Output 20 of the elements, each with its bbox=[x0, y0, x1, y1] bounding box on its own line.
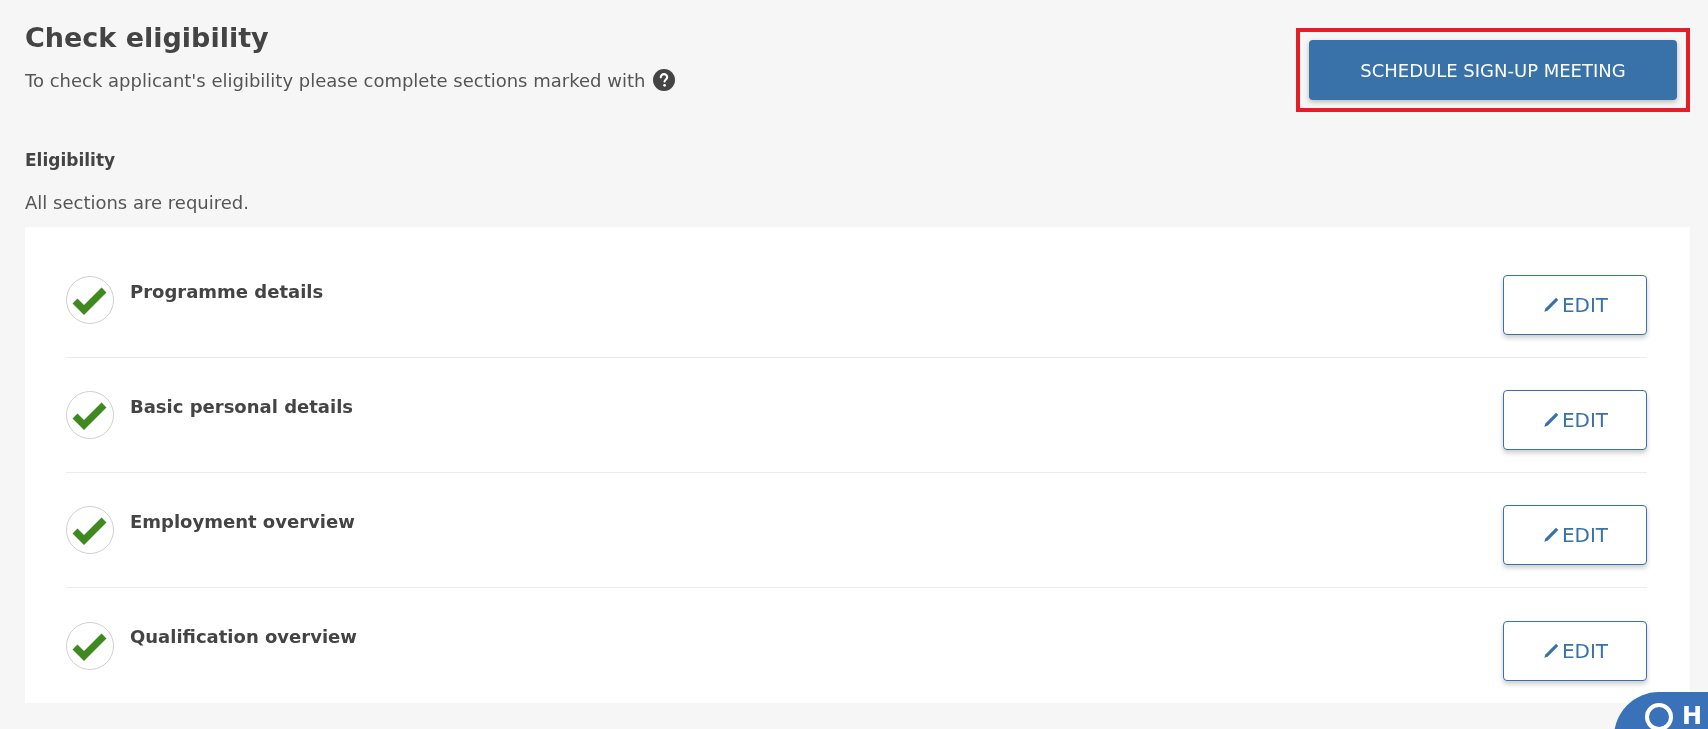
edit-button[interactable]: EDIT bbox=[1503, 505, 1647, 565]
section-label: Employment overview bbox=[130, 510, 356, 532]
instruction-text: To check applicant's eligibility please complete sections marked with bbox=[25, 69, 646, 91]
pencil-icon bbox=[1541, 296, 1560, 314]
schedule-meeting-button[interactable]: SCHEDULE SIGN-UP MEETING bbox=[1309, 40, 1677, 100]
pencil-icon bbox=[1541, 411, 1560, 429]
help-icon bbox=[653, 69, 676, 91]
page-title: Check eligibility bbox=[25, 22, 270, 53]
pencil-icon bbox=[1541, 526, 1560, 544]
section-label: Qualification overview bbox=[130, 626, 358, 647]
section-label: Programme details bbox=[130, 280, 325, 302]
edit-button[interactable]: EDIT bbox=[1503, 390, 1647, 450]
section-label: Basic personal details bbox=[130, 395, 355, 417]
search-icon bbox=[1644, 702, 1674, 729]
section-note: All sections are required. bbox=[25, 192, 250, 213]
pencil-icon bbox=[1541, 641, 1560, 660]
section-title: Eligibility bbox=[25, 150, 117, 170]
help-widget-button[interactable]: H bbox=[1614, 692, 1708, 729]
edit-button[interactable]: EDIT bbox=[1503, 620, 1647, 681]
edit-button[interactable]: EDIT bbox=[1503, 275, 1647, 335]
